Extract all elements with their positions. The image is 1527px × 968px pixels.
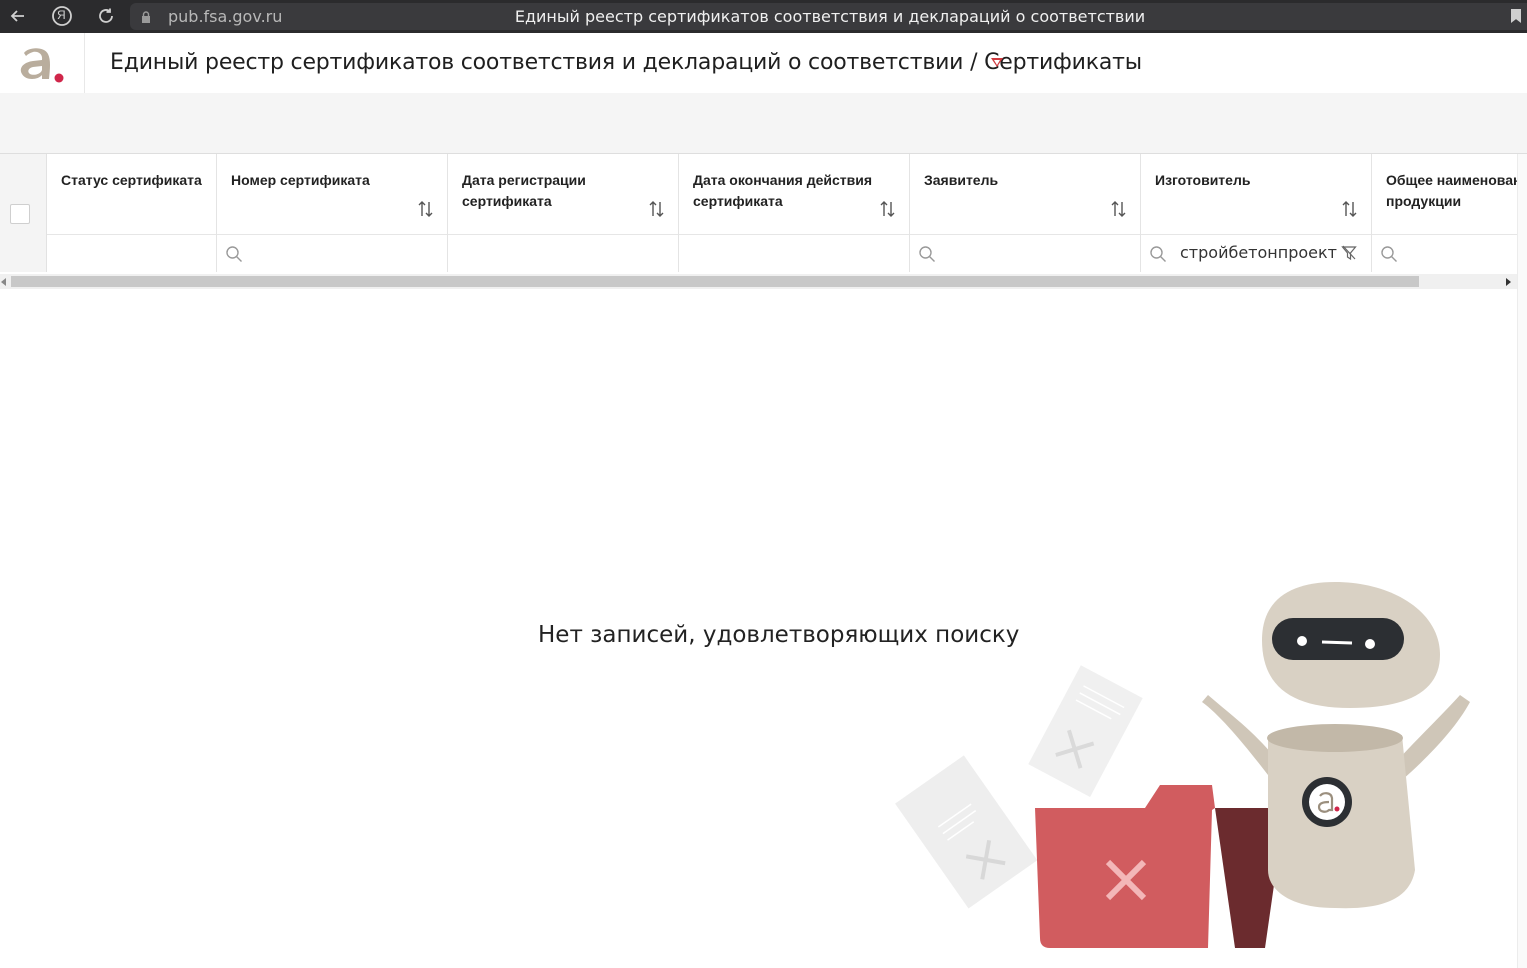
logo[interactable] (0, 33, 85, 93)
filter-number[interactable] (217, 235, 447, 272)
column-header-label: Изготовитель (1155, 172, 1251, 188)
section-dropdown-icon[interactable] (991, 58, 1003, 67)
page-edge (1517, 154, 1527, 968)
column-header-label: Номер сертификата (231, 172, 370, 188)
column-header-product-name[interactable]: Общее наименовани продукции (1372, 154, 1517, 235)
manufacturer-filter-input[interactable]: стройбетонпроект (1180, 243, 1337, 262)
sort-icon[interactable] (648, 200, 666, 218)
empty-robot-illustration (895, 582, 1470, 948)
column-status: Статус сертификата (47, 154, 217, 272)
paper-icon (1028, 665, 1143, 797)
column-header-number[interactable]: Номер сертификата (217, 154, 447, 235)
select-all-column (0, 154, 47, 272)
sort-icon[interactable] (1341, 200, 1359, 218)
page-tab-title: Единый реестр сертификатов соответствия … (514, 7, 1146, 26)
search-icon (1150, 246, 1166, 262)
column-header-expiry-date[interactable]: Дата окончания действия сертификата (679, 154, 909, 235)
column-number: Номер сертификата (217, 154, 448, 272)
column-applicant: Заявитель (910, 154, 1141, 272)
search-icon (919, 246, 935, 262)
column-header-label: Дата регистрации сертификата (462, 172, 586, 209)
select-all-checkbox[interactable] (10, 204, 30, 224)
search-icon (226, 246, 242, 262)
sort-icon[interactable] (1110, 200, 1128, 218)
search-icon (1381, 246, 1397, 262)
filter-expiry-date[interactable] (679, 235, 909, 272)
filter-product-name[interactable] (1372, 235, 1517, 272)
column-registration-date: Дата регистрации сертификата (448, 154, 679, 272)
filter-manufacturer[interactable]: стройбетонпроект (1141, 235, 1371, 272)
column-expiry-date: Дата окончания действия сертификата (679, 154, 910, 272)
fsa-logo-icon (20, 48, 64, 83)
clear-filter-icon[interactable] (1341, 245, 1357, 261)
app-header: Единый реестр сертификатов соответствия … (0, 33, 1527, 94)
horizontal-scrollbar[interactable] (0, 274, 1517, 289)
scroll-left-icon[interactable] (1, 278, 6, 286)
column-header-label: Заявитель (924, 172, 999, 188)
certificates-table: Статус сертификата Номер сертификата Дат… (0, 154, 1517, 274)
scroll-right-icon[interactable] (1506, 278, 1511, 286)
folder-icon (1035, 785, 1285, 948)
column-header-applicant[interactable]: Заявитель (910, 154, 1140, 235)
paper-icon (895, 755, 1038, 909)
scrollbar-thumb[interactable] (11, 276, 1419, 287)
column-header-label: Общее наименовани продукции (1386, 172, 1517, 209)
column-manufacturer: Изготовитель стройбетонпроект (1141, 154, 1372, 272)
column-header-label: Дата окончания действия сертификата (693, 172, 873, 209)
toolbar-band (0, 93, 1527, 154)
filter-registration-date[interactable] (448, 235, 678, 272)
column-header-manufacturer[interactable]: Изготовитель (1141, 154, 1371, 235)
page-title: Единый реестр сертификатов соответствия … (110, 50, 1142, 75)
filter-status[interactable] (47, 235, 216, 272)
filter-applicant[interactable] (910, 235, 1140, 272)
column-header-label: Статус сертификата (61, 172, 202, 188)
column-header-status[interactable]: Статус сертификата (47, 154, 216, 235)
column-header-registration-date[interactable]: Дата регистрации сертификата (448, 154, 678, 235)
column-product-name: Общее наименовани продукции (1372, 154, 1517, 272)
browser-toolbar: Я pub.fsa.gov.ru Единый реестр сертифика… (0, 0, 1527, 33)
sort-icon[interactable] (417, 200, 435, 218)
sort-icon[interactable] (879, 200, 897, 218)
